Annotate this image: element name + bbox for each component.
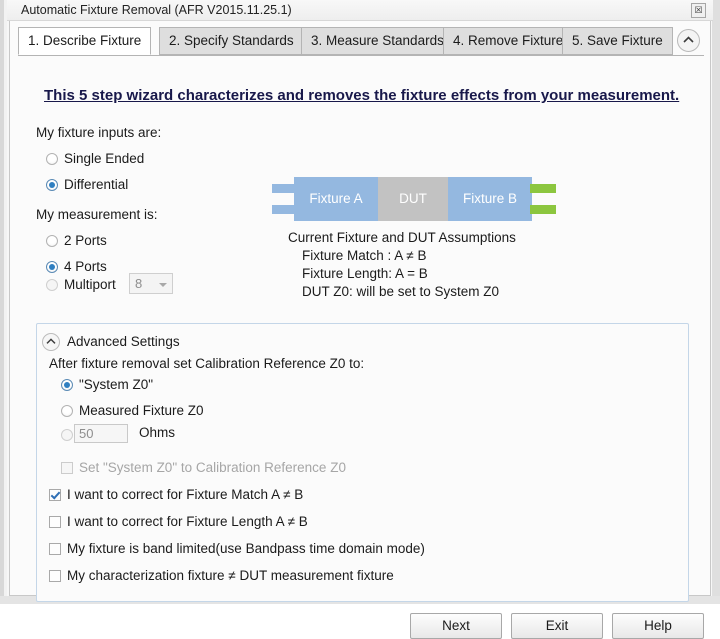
radio-2-ports[interactable]: 2 Ports: [46, 233, 107, 248]
tab-measure-standards[interactable]: 3. Measure Standards: [301, 27, 454, 55]
assumption-fixture-length: Fixture Length: A = B: [302, 265, 516, 283]
radio-single-ended[interactable]: Single Ended: [46, 151, 144, 166]
checkbox-set-system-z0-label: Set "System Z0" to Calibration Reference…: [79, 460, 346, 475]
advanced-settings-subtitle: After fixture removal set Calibration Re…: [49, 356, 364, 371]
diagram-block-fixture-b: Fixture B: [448, 177, 532, 221]
connector-left-bottom: [272, 205, 296, 214]
radio-4-ports-label: 4 Ports: [64, 259, 107, 274]
fixture-diagram: Fixture A DUT Fixture B: [272, 177, 562, 225]
checkbox-characterization-fixture[interactable]: My characterization fixture ≠ DUT measur…: [49, 568, 394, 583]
radio-2-ports-indicator: [46, 235, 58, 247]
window-frame-left-inner: [4, 0, 7, 604]
assumptions-block: Current Fixture and DUT Assumptions Fixt…: [288, 229, 516, 301]
checkbox-characterization-fixture-label: My characterization fixture ≠ DUT measur…: [67, 568, 394, 583]
connector-right-bottom: [530, 205, 556, 214]
radio-multiport-label: Multiport: [64, 277, 116, 292]
radio-single-ended-label: Single Ended: [64, 151, 144, 166]
tab-remove-fixture[interactable]: 4. Remove Fixture: [443, 27, 573, 55]
radio-measured-fixture-z0-label: Measured Fixture Z0: [79, 403, 204, 418]
radio-measured-fixture-z0-indicator: [61, 405, 73, 417]
ohms-input[interactable]: [74, 424, 128, 443]
tab-underline: [18, 55, 704, 56]
radio-system-z0-label: "System Z0": [79, 377, 153, 392]
help-button[interactable]: Help: [612, 613, 704, 639]
checkbox-band-limited-label: My fixture is band limited(use Bandpass …: [67, 541, 425, 556]
window-frame-right: [712, 0, 720, 604]
radio-differential-indicator: [46, 179, 58, 191]
checkbox-correct-fixture-match-indicator: [49, 489, 61, 501]
connector-right-top: [530, 184, 556, 193]
title-bar: Automatic Fixture Removal (AFR V2015.11.…: [7, 0, 713, 21]
chevron-up-icon-advanced[interactable]: [42, 333, 60, 351]
checkbox-correct-fixture-length-indicator: [49, 516, 61, 528]
multiport-port-count-select[interactable]: 8: [129, 273, 173, 294]
checkbox-set-system-z0[interactable]: Set "System Z0" to Calibration Reference…: [61, 460, 346, 475]
radio-measured-fixture-z0[interactable]: Measured Fixture Z0: [61, 403, 204, 418]
radio-single-ended-indicator: [46, 153, 58, 165]
advanced-settings-group: Advanced Settings After fixture removal …: [36, 323, 689, 602]
application-window: Automatic Fixture Removal (AFR V2015.11.…: [0, 0, 720, 604]
assumption-fixture-match: Fixture Match : A ≠ B: [302, 247, 516, 265]
diagram-block-fixture-a: Fixture A: [294, 177, 378, 221]
chevron-up-icon[interactable]: [677, 29, 700, 52]
connector-left-top: [272, 184, 296, 193]
checkbox-correct-fixture-match[interactable]: I want to correct for Fixture Match A ≠ …: [49, 487, 303, 502]
radio-system-z0-indicator: [61, 379, 73, 391]
checkbox-correct-fixture-match-label: I want to correct for Fixture Match A ≠ …: [67, 487, 303, 502]
chevron-down-icon: [159, 283, 167, 287]
tab-specify-standards[interactable]: 2. Specify Standards: [159, 27, 304, 55]
exit-button[interactable]: Exit: [511, 613, 603, 639]
radio-differential-label: Differential: [64, 177, 128, 192]
checkbox-characterization-fixture-indicator: [49, 570, 61, 582]
main-panel: 1. Describe Fixture 2. Specify Standards…: [9, 21, 711, 596]
ohms-unit-label: Ohms: [139, 425, 175, 440]
radio-differential[interactable]: Differential: [46, 177, 128, 192]
window-title: Automatic Fixture Removal (AFR V2015.11.…: [21, 3, 292, 17]
checkbox-set-system-z0-indicator: [61, 462, 73, 474]
checkbox-band-limited-indicator: [49, 543, 61, 555]
assumption-dut-z0: DUT Z0: will be set to System Z0: [302, 283, 516, 301]
multiport-port-count-value: 8: [135, 276, 142, 291]
tab-describe-fixture[interactable]: 1. Describe Fixture: [18, 27, 151, 55]
radio-4-ports[interactable]: 4 Ports: [46, 259, 107, 274]
advanced-settings-title: Advanced Settings: [67, 334, 180, 349]
radio-multiport[interactable]: Multiport: [46, 277, 116, 292]
checkbox-correct-fixture-length[interactable]: I want to correct for Fixture Length A ≠…: [49, 514, 308, 529]
radio-4-ports-indicator: [46, 261, 58, 273]
radio-custom-ohms-indicator: [61, 429, 73, 441]
radio-multiport-indicator: [46, 279, 58, 291]
assumptions-title: Current Fixture and DUT Assumptions: [288, 229, 516, 247]
diagram-block-dut: DUT: [378, 177, 448, 221]
close-icon[interactable]: ☒: [691, 3, 706, 18]
radio-2-ports-label: 2 Ports: [64, 233, 107, 248]
tab-save-fixture[interactable]: 5. Save Fixture: [562, 27, 673, 55]
radio-system-z0[interactable]: "System Z0": [61, 377, 153, 392]
tab-strip: 1. Describe Fixture 2. Specify Standards…: [18, 27, 704, 56]
measurement-label: My measurement is:: [36, 207, 158, 222]
checkbox-band-limited[interactable]: My fixture is band limited(use Bandpass …: [49, 541, 425, 556]
next-button[interactable]: Next: [410, 613, 502, 639]
fixture-inputs-label: My fixture inputs are:: [36, 125, 161, 140]
content-area: This 5 step wizard characterizes and rem…: [10, 57, 710, 594]
page-title: This 5 step wizard characterizes and rem…: [44, 87, 679, 104]
checkbox-correct-fixture-length-label: I want to correct for Fixture Length A ≠…: [67, 514, 308, 529]
